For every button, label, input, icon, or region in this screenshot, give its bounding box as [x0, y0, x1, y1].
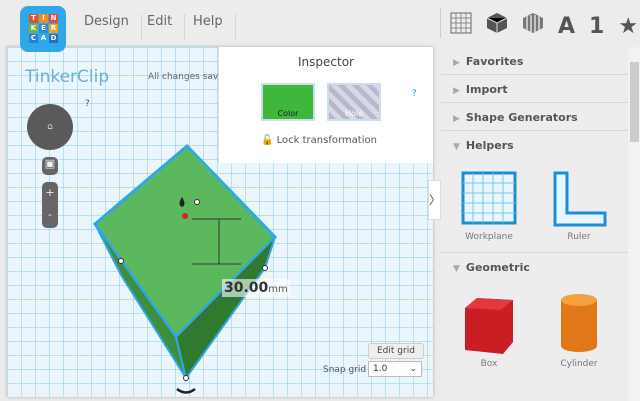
collapse-sidebar-button[interactable]: 〉 — [428, 180, 441, 220]
edit-grid-button[interactable]: Edit grid — [368, 343, 424, 359]
menu-design[interactable]: Design — [72, 14, 142, 40]
text-icon[interactable]: A — [558, 14, 575, 39]
help-icon[interactable]: ? — [85, 99, 90, 109]
workplane-canvas[interactable]: TinkerClip All changes saved ? ⌂ ▣ + - In… — [7, 47, 433, 397]
number-icon[interactable]: 1 — [589, 14, 604, 39]
star-icon[interactable]: ★ — [618, 14, 638, 39]
cylinder-icon — [561, 294, 597, 352]
view-navigation-control[interactable]: ⌂ — [27, 104, 73, 150]
snap-grid-label: Snap grid — [323, 365, 367, 375]
inspector-panel: Inspector Color Hole ? 🔓 Lock transforma… — [218, 47, 433, 163]
snap-grid-select[interactable]: 1.0 ⌄ — [368, 361, 422, 377]
section-geometric[interactable]: ▼ Geometric — [441, 253, 628, 281]
box-item[interactable]: Box — [454, 290, 524, 369]
ortho-view-button[interactable]: ▣ — [42, 157, 58, 175]
cylinder-item[interactable]: Cylinder — [544, 290, 614, 369]
color-button[interactable]: Color — [261, 83, 315, 121]
workplane-icon — [461, 171, 517, 225]
menu-help[interactable]: Help — [181, 14, 236, 40]
ruler-item[interactable]: Ruler — [544, 169, 614, 242]
section-import[interactable]: ▶ Import — [441, 75, 628, 103]
striped-cube-icon[interactable] — [522, 12, 544, 40]
top-bar: Design Edit Help A 1 ★ — [0, 0, 640, 46]
cube-icon[interactable] — [486, 12, 508, 40]
workplane-item[interactable]: Workplane — [454, 169, 524, 242]
menu-edit[interactable]: Edit — [135, 14, 186, 40]
lock-transformation-toggle[interactable]: 🔓 Lock transformation — [261, 135, 377, 146]
design-title[interactable]: TinkerClip — [25, 67, 109, 87]
inspector-help-icon[interactable]: ? — [412, 89, 417, 99]
ruler-icon — [553, 171, 607, 227]
hole-button[interactable]: Hole — [327, 83, 381, 121]
scrollbar-thumb[interactable] — [630, 62, 639, 142]
box-icon — [465, 298, 513, 354]
grid-icon[interactable] — [450, 12, 472, 40]
section-favorites[interactable]: ▶ Favorites — [441, 47, 628, 75]
inspector-title: Inspector — [298, 55, 354, 69]
zoom-control[interactable]: + - — [42, 182, 58, 228]
sidebar: ▶ Favorites ▶ Import ▶ Shape Generators ▼ He… — [441, 47, 628, 401]
dimension-label[interactable]: 30.00mm — [222, 279, 290, 297]
section-shape-generators[interactable]: ▶ Shape Generators — [441, 103, 628, 131]
lock-icon: 🔓 — [261, 135, 277, 146]
tinkercad-logo[interactable]: TIN KER CAD — [20, 6, 66, 52]
